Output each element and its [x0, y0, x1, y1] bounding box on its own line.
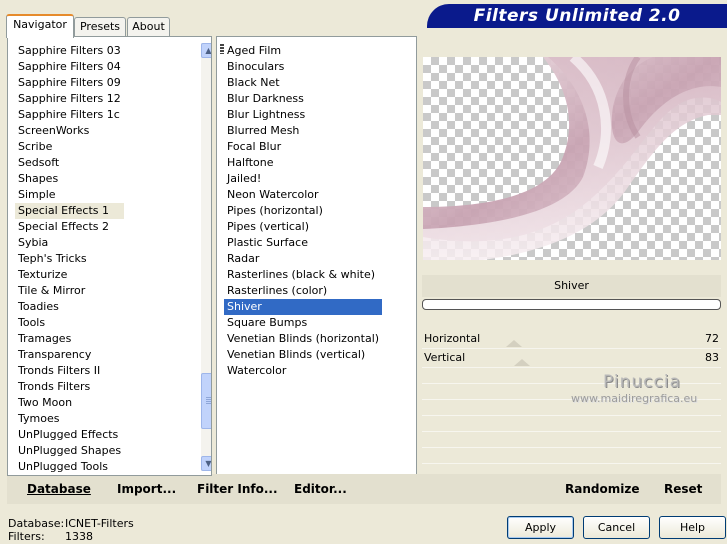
filter-item[interactable]: Radar [224, 251, 382, 267]
filter-item[interactable]: Binoculars [224, 59, 382, 75]
category-item[interactable]: Sapphire Filters 09 [15, 75, 124, 91]
app-title-banner: Filters Unlimited 2.0 [427, 4, 727, 28]
import-button[interactable]: Import... [117, 482, 176, 496]
category-item[interactable]: Special Effects 1 [15, 203, 125, 219]
filter-item[interactable]: Focal Blur [224, 139, 382, 155]
filter-item[interactable]: Venetian Blinds (horizontal) [224, 331, 382, 347]
category-item[interactable]: Tramages [15, 331, 124, 347]
parameter-sliders: Horizontal 72 Vertical 83 [422, 330, 721, 368]
filter-item[interactable]: Rasterlines (black & white) [224, 267, 382, 283]
category-item[interactable]: Tools [15, 315, 124, 331]
tab-presets[interactable]: Presets [74, 17, 126, 36]
category-items: Sapphire Filters 03 Sapphire Filters 04 Sa… [15, 43, 125, 475]
selected-filter-name: Shiver [422, 275, 721, 297]
category-item[interactable]: Toadies [15, 299, 124, 315]
scroll-up-icon[interactable]: ▲ [201, 43, 211, 58]
category-item[interactable]: Texturize [15, 267, 124, 283]
category-item[interactable]: Sapphire Filters 03 [15, 43, 124, 59]
filter-info-button[interactable]: Filter Info... [197, 482, 278, 496]
slider-value: 72 [705, 332, 719, 345]
filter-item[interactable]: Neon Watercolor [224, 187, 382, 203]
category-item[interactable]: Shapes [15, 171, 124, 187]
slider-thumb-icon[interactable] [506, 340, 522, 347]
slider-vertical[interactable]: Vertical 83 [422, 349, 721, 368]
filter-item[interactable]: Jailed! [224, 171, 382, 187]
filter-item[interactable]: Venetian Blinds (vertical) [224, 347, 382, 363]
status-info: Database:ICNET-Filters Filters: 1338 [8, 517, 134, 543]
empty-row [422, 416, 721, 432]
filters-count: 1338 [65, 530, 93, 543]
reset-button[interactable]: Reset [664, 482, 702, 496]
category-scrollbar[interactable]: ▲ ▼ [201, 43, 211, 471]
category-item[interactable]: Tymoes [15, 411, 124, 427]
progress-bar [422, 299, 721, 310]
category-item[interactable]: ScreenWorks [15, 123, 124, 139]
category-item[interactable]: Teph's Tricks [15, 251, 124, 267]
filter-item[interactable]: Black Net [224, 75, 382, 91]
randomize-button[interactable]: Randomize [565, 482, 639, 496]
category-item[interactable]: Scribe [15, 139, 124, 155]
database-value: ICNET-Filters [65, 517, 134, 530]
database-label: Database: [8, 517, 65, 530]
apply-button[interactable]: Apply [507, 516, 574, 539]
filter-items: Aged Film Binoculars Black Net Blur Darknes… [224, 43, 383, 379]
database-button[interactable]: Database [27, 482, 91, 496]
empty-row [422, 448, 721, 464]
category-item[interactable]: Sybia [15, 235, 124, 251]
filter-item[interactable]: Square Bumps [224, 315, 382, 331]
editor-button[interactable]: Editor... [294, 482, 347, 496]
scroll-down-icon[interactable]: ▼ [201, 456, 211, 471]
bottom-toolbar: Database Import... Filter Info... Editor… [7, 474, 721, 504]
category-item[interactable]: Tronds Filters [15, 379, 124, 395]
watermark-name: Pinuccia [603, 372, 681, 392]
category-list[interactable]: Sapphire Filters 03 Sapphire Filters 04 Sa… [7, 36, 212, 476]
filter-item[interactable]: Aged Film [224, 43, 382, 59]
preview-image [423, 57, 721, 260]
tab-navigator[interactable]: Navigator [6, 14, 74, 38]
slider-label: Horizontal [424, 332, 481, 345]
filter-item[interactable]: Plastic Surface [224, 235, 382, 251]
category-item[interactable]: UnPlugged Shapes [15, 443, 124, 459]
filters-label: Filters: [8, 530, 45, 543]
filter-item[interactable]: Rasterlines (color) [224, 283, 382, 299]
tab-about[interactable]: About [127, 17, 170, 36]
slider-label: Vertical [424, 351, 466, 364]
category-item[interactable]: Special Effects 2 [15, 219, 124, 235]
category-item[interactable]: Two Moon [15, 395, 124, 411]
cancel-button[interactable]: Cancel [583, 516, 650, 539]
category-item[interactable]: Sapphire Filters 1c [15, 107, 124, 123]
slider-thumb-icon[interactable] [514, 359, 530, 366]
scroll-thumb[interactable] [201, 373, 211, 429]
filter-list[interactable]: Aged Film Binoculars Black Net Blur Darknes… [216, 36, 417, 476]
category-item[interactable]: Transparency [15, 347, 124, 363]
category-item[interactable]: UnPlugged Effects [15, 427, 124, 443]
category-item[interactable]: Sapphire Filters 12 [15, 91, 124, 107]
category-item[interactable]: Sapphire Filters 04 [15, 59, 124, 75]
slider-horizontal[interactable]: Horizontal 72 [422, 330, 721, 349]
watermark-url: www.maidiregrafica.eu [571, 392, 698, 405]
filter-item[interactable]: Watercolor [224, 363, 382, 379]
slider-value: 83 [705, 351, 719, 364]
category-item[interactable]: UnPlugged Tools [15, 459, 124, 475]
filter-item[interactable]: Shiver [224, 299, 383, 315]
category-item[interactable]: Simple [15, 187, 124, 203]
preview-artwork [423, 57, 721, 260]
filter-item[interactable]: Blur Lightness [224, 107, 382, 123]
filter-item[interactable]: Halftone [224, 155, 382, 171]
filter-item[interactable]: Pipes (vertical) [224, 219, 382, 235]
help-button[interactable]: Help [659, 516, 726, 539]
grip-icon [206, 397, 211, 405]
category-item[interactable]: Tronds Filters II [15, 363, 124, 379]
category-item[interactable]: Sedsoft [15, 155, 124, 171]
list-grip-icon [220, 44, 224, 54]
filter-item[interactable]: Blur Darkness [224, 91, 382, 107]
empty-row [422, 432, 721, 448]
filter-item[interactable]: Blurred Mesh [224, 123, 382, 139]
category-item[interactable]: Tile & Mirror [15, 283, 124, 299]
filter-item[interactable]: Pipes (horizontal) [224, 203, 382, 219]
